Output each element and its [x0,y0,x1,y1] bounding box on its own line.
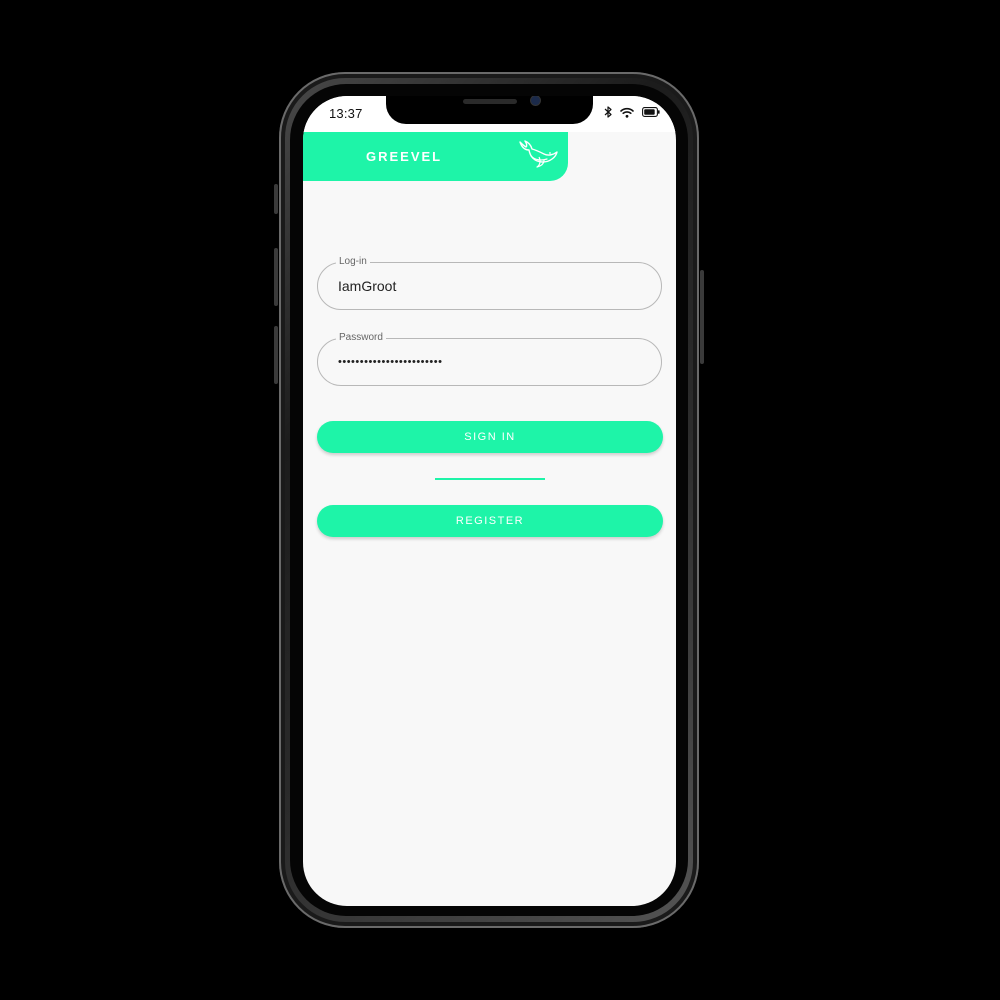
password-field[interactable]: Password [317,331,662,386]
battery-icon [642,107,660,117]
status-icons [604,106,660,118]
status-bar: 13:37 [303,96,676,132]
bluetooth-icon [604,106,612,118]
wifi-icon [620,107,634,118]
password-input[interactable] [338,339,638,385]
login-input[interactable] [338,263,638,309]
volume-down-button [274,326,278,384]
silent-switch [274,184,278,214]
speaker-grille [463,99,517,104]
register-button[interactable]: REGISTER [317,505,663,537]
app-title: GREEVEL [366,149,443,164]
device-mockup: 13:37 GREEVEL Log-in IamGroot Password •… [0,0,1000,1000]
status-time: 13:37 [329,106,363,121]
whale-logo-icon [517,138,559,170]
sign-in-button[interactable]: SIGN IN [317,421,663,453]
front-camera [531,96,540,105]
login-field[interactable]: Log-in [317,255,662,310]
power-button [700,270,704,364]
notch [386,96,593,124]
phone-screen: 13:37 GREEVEL Log-in IamGroot Password •… [303,96,676,906]
app-bar: GREEVEL [303,132,568,181]
volume-up-button [274,248,278,306]
divider [435,478,545,480]
